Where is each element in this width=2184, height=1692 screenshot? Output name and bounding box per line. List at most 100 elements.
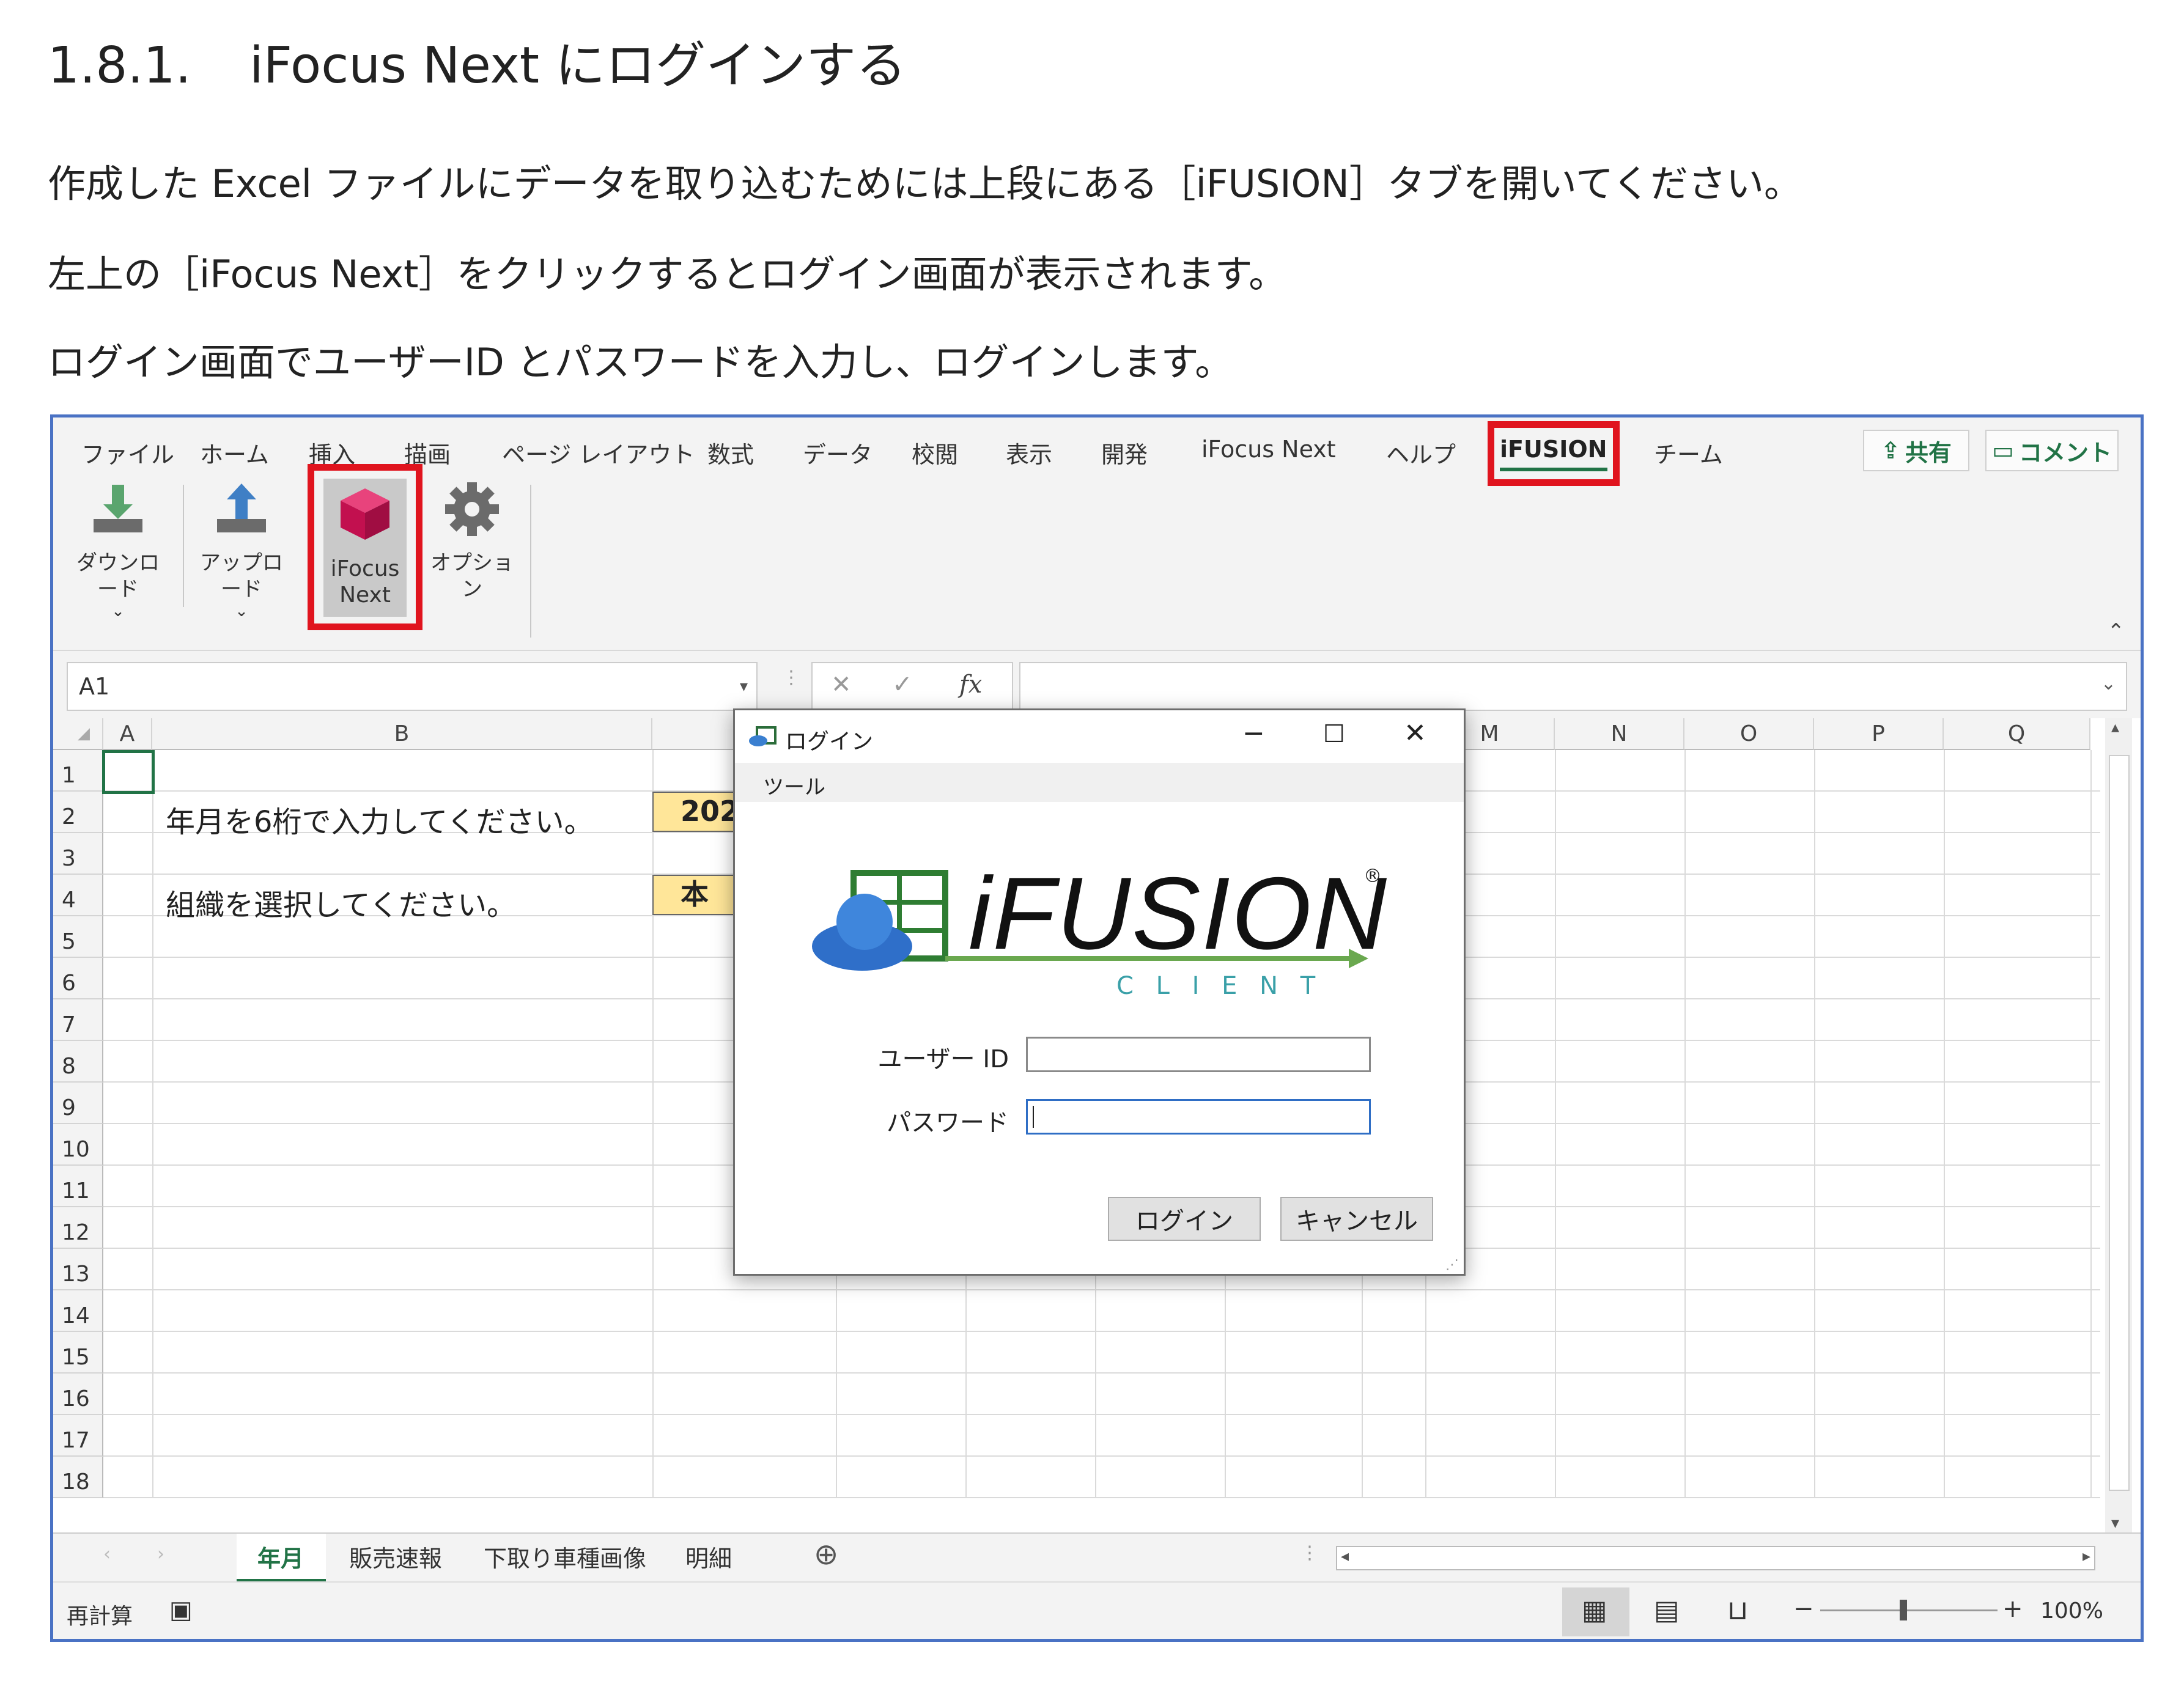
share-button[interactable]: ⇪ 共有	[1863, 430, 1969, 471]
prev-sheet-icon[interactable]: ‹	[103, 1543, 111, 1565]
row-header[interactable]: 13	[53, 1249, 103, 1290]
macro-record-icon[interactable]: ▣	[169, 1596, 193, 1624]
tab-home[interactable]: ホーム	[200, 436, 269, 469]
column-header-a[interactable]: A	[103, 718, 152, 750]
login-dialog: ログイン − ☐ ✕ ツール iFUSION ® C L I E N T ユーザ…	[733, 708, 1466, 1276]
page-layout-view-icon[interactable]: ▤	[1654, 1595, 1680, 1626]
sheet-tab-year-month[interactable]: 年月	[257, 1540, 304, 1573]
row-header[interactable]: 4	[53, 875, 103, 916]
column-header-q[interactable]: Q	[1944, 718, 2090, 750]
row-header[interactable]: 18	[53, 1457, 103, 1498]
name-box-dropdown-icon[interactable]: ▾	[740, 677, 748, 696]
scroll-left-icon[interactable]: ◂	[1341, 1547, 1349, 1565]
row-header[interactable]: 10	[53, 1124, 103, 1166]
tab-file[interactable]: ファイル	[81, 436, 174, 469]
tab-review[interactable]: 校閲	[912, 436, 958, 469]
tab-team[interactable]: チーム	[1654, 436, 1723, 469]
corner-triangle-icon: ◢	[78, 724, 90, 743]
function-icon[interactable]: fx	[959, 671, 982, 699]
selected-cell-a1[interactable]	[102, 750, 155, 794]
row-header[interactable]: 2	[53, 792, 103, 833]
horizontal-scrollbar[interactable]: ◂ ▸	[1336, 1546, 2095, 1570]
logo-subtext: C L I E N T	[1116, 972, 1323, 1000]
collapse-ribbon-icon[interactable]: ⌃	[2108, 619, 2125, 644]
scroll-up-icon[interactable]: ▴	[2111, 718, 2119, 737]
row-header[interactable]: 5	[53, 916, 103, 958]
cell-b4[interactable]: 組織を選択してください。	[166, 881, 516, 924]
tab-view[interactable]: 表示	[1006, 436, 1052, 469]
sheet-tab-tradein[interactable]: 下取り車種画像	[484, 1540, 646, 1573]
upload-button[interactable]: アップロード ⌄	[193, 479, 290, 620]
formula-input[interactable]: ⌄	[1019, 662, 2127, 711]
scroll-down-icon[interactable]: ▾	[2111, 1514, 2119, 1532]
column-header-p[interactable]: P	[1814, 718, 1944, 750]
tab-formulas[interactable]: 数式	[707, 436, 754, 469]
section-heading: 1.8.1. iFocus Next にログインする	[48, 24, 906, 97]
tab-split-grip-icon[interactable]: ⋮	[1300, 1542, 1319, 1564]
enter-icon[interactable]: ✓	[892, 671, 913, 699]
vertical-scroll-thumb[interactable]	[2109, 755, 2130, 1491]
row-header[interactable]: 17	[53, 1415, 103, 1457]
zoom-slider-track[interactable]	[1820, 1609, 1998, 1611]
select-all-corner[interactable]: ◢	[53, 718, 103, 750]
text-cursor	[1033, 1106, 1034, 1128]
normal-view-icon[interactable]: ▦	[1582, 1595, 1607, 1626]
row-gridline	[103, 1497, 2100, 1498]
row-header[interactable]: 8	[53, 1041, 103, 1083]
vertical-scrollbar[interactable]: ▴ ▾	[2105, 718, 2132, 1532]
maximize-icon[interactable]: ☐	[1323, 720, 1345, 748]
row-header[interactable]: 3	[53, 833, 103, 875]
minimize-icon[interactable]: −	[1242, 718, 1265, 749]
zoom-level[interactable]: 100%	[2040, 1598, 2103, 1624]
row-header[interactable]: 14	[53, 1290, 103, 1332]
menu-tools[interactable]: ツール	[763, 770, 825, 800]
password-input[interactable]	[1026, 1099, 1371, 1135]
row-header[interactable]: 6	[53, 958, 103, 999]
page-break-view-icon[interactable]: ⊔	[1727, 1595, 1748, 1626]
row-header[interactable]: 15	[53, 1332, 103, 1374]
column-header-o[interactable]: O	[1684, 718, 1814, 750]
cell-b2[interactable]: 年月を6桁で入力してください。	[166, 798, 594, 840]
row-header[interactable]: 7	[53, 999, 103, 1041]
row-header[interactable]: 16	[53, 1374, 103, 1415]
download-button[interactable]: ダウンロード ⌄	[69, 479, 167, 620]
cell-c4[interactable]: 本	[652, 875, 738, 915]
name-box-value: A1	[79, 673, 110, 700]
tab-ifocus-next[interactable]: iFocus Next	[1201, 436, 1336, 463]
login-button[interactable]: ログイン	[1108, 1197, 1261, 1241]
row-header[interactable]: 9	[53, 1083, 103, 1124]
row-gridline	[103, 1414, 2100, 1415]
cancel-icon[interactable]: ✕	[831, 671, 852, 699]
tab-developer[interactable]: 開発	[1101, 436, 1148, 469]
row-header[interactable]: 12	[53, 1207, 103, 1249]
share-label: 共有	[1905, 439, 1952, 466]
row-gridline	[103, 1331, 2100, 1332]
zoom-in-icon[interactable]: +	[2002, 1595, 2023, 1623]
tab-help[interactable]: ヘルプ	[1386, 436, 1456, 469]
zoom-slider-thumb[interactable]	[1900, 1600, 1907, 1620]
sheet-tab-sales[interactable]: 販売速報	[349, 1540, 442, 1573]
tab-data[interactable]: データ	[803, 436, 872, 469]
recalc-status[interactable]: 再計算	[67, 1598, 133, 1630]
name-box[interactable]: A1 ▾	[67, 662, 758, 711]
close-icon[interactable]: ✕	[1404, 718, 1426, 749]
expand-formula-icon[interactable]: ⌄	[2101, 673, 2116, 694]
row-header[interactable]: 11	[53, 1166, 103, 1207]
user-id-input[interactable]	[1026, 1037, 1371, 1072]
column-header-b[interactable]: B	[152, 718, 652, 750]
resize-grip-icon[interactable]: ⋰	[1445, 1257, 1459, 1273]
cell-c2[interactable]: 202	[652, 792, 738, 832]
tab-page-layout[interactable]: ページ レイアウト	[502, 436, 695, 469]
scroll-right-icon[interactable]: ▸	[2083, 1547, 2090, 1565]
comment-button[interactable]: ▭ コメント	[1985, 430, 2119, 471]
ifusion-logo: iFUSION ® C L I E N T	[811, 856, 1387, 1004]
next-sheet-icon[interactable]: ›	[157, 1543, 164, 1565]
row-header[interactable]: 1	[53, 750, 103, 792]
sheet-tab-details[interactable]: 明細	[685, 1540, 732, 1573]
options-button[interactable]: オプション	[426, 479, 518, 602]
formula-bar-grip-icon: ⋮	[782, 667, 800, 688]
zoom-out-icon[interactable]: −	[1793, 1595, 1814, 1623]
add-sheet-icon[interactable]: ⊕	[814, 1537, 838, 1572]
cancel-button[interactable]: キャンセル	[1280, 1197, 1433, 1241]
column-header-n[interactable]: N	[1555, 718, 1684, 750]
